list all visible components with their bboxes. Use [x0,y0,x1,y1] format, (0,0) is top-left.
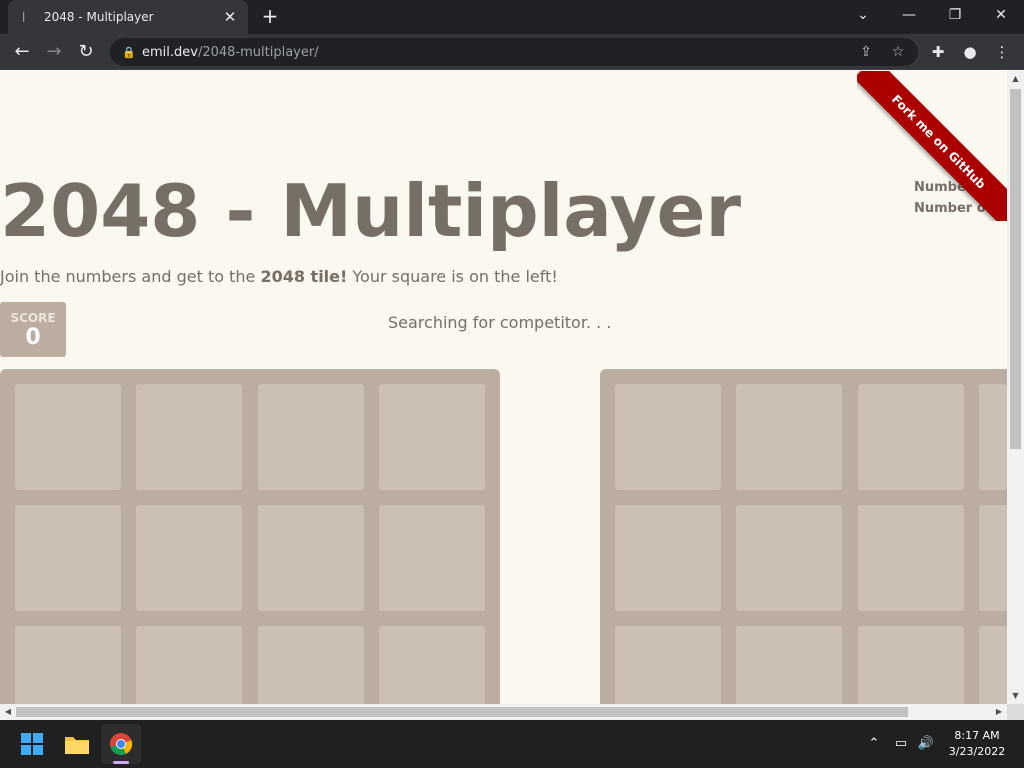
close-tab-icon[interactable]: ✕ [220,8,240,26]
intro-text: Join the numbers and get to the 2048 til… [0,267,558,286]
active-app-indicator [113,761,129,764]
browser-tab-bar: ǀ 2048 - Multiplayer ✕ + ⌄ — ❐ ✕ [0,0,1024,34]
grid-cell [979,626,1007,704]
grid-cell [736,505,842,611]
clock[interactable]: 8:17 AM 3/23/2022 [944,728,1010,760]
new-tab-icon[interactable]: + [258,4,282,28]
start-button[interactable] [12,724,52,764]
player-board [0,369,500,704]
grid-cell [136,505,242,611]
tray-overflow-icon[interactable]: ⌃ [862,720,886,768]
intro-bold: 2048 tile! [260,267,348,286]
grid-cell [979,505,1007,611]
grid-cell [736,384,842,490]
grid-cell [858,626,964,704]
grid-cell [15,626,121,704]
github-ribbon-wrap: Fork me on GitHub [857,71,1007,221]
back-icon[interactable]: ← [10,40,34,64]
grid-cell [379,626,485,704]
clock-time: 8:17 AM [954,729,1000,742]
chrome-icon [110,733,133,755]
restore-icon[interactable]: ❐ [932,0,978,34]
taskbar: ⌃ ▭ 🔊 8:17 AM 3/23/2022 [0,720,1024,768]
vertical-scroll-thumb[interactable] [1010,89,1021,449]
file-explorer-button[interactable] [57,724,97,764]
volume-icon[interactable]: 🔊 [914,720,938,768]
grid-cell [615,626,721,704]
scroll-up-icon[interactable]: ▲ [1007,71,1024,87]
2048-favicon-icon: ǀ [22,10,26,23]
kebab-menu-icon[interactable]: ⋮ [990,40,1014,64]
grid-cell [379,384,485,490]
address-bar[interactable]: 🔒 emil.dev/2048-multiplayer/ ⇪ ☆ [110,38,918,66]
forward-icon[interactable]: → [42,40,66,64]
scroll-down-icon[interactable]: ▼ [1007,688,1024,704]
close-window-icon[interactable]: ✕ [978,0,1024,34]
tab-title: 2048 - Multiplayer [44,10,154,24]
url-host: emil.dev [142,44,198,60]
scrollbar-corner [1007,704,1024,720]
intro-before: Join the numbers and get to the [0,267,261,286]
folder-icon [65,737,89,754]
url-path: /2048-multiplayer/ [197,44,319,60]
grid-cell [258,626,364,704]
intro-after: Your square is on the left! [347,267,558,286]
grid-cell [15,505,121,611]
horizontal-scroll-thumb[interactable] [16,707,908,717]
page-title: 2048 - Multiplayer [0,169,741,253]
scroll-right-icon[interactable]: ▶ [991,704,1007,720]
star-icon[interactable]: ☆ [888,42,908,62]
grid-cell [379,505,485,611]
tab-search-icon[interactable]: ⌄ [840,0,886,34]
windows-logo-icon [21,733,43,755]
horizontal-scrollbar[interactable]: ◀ ▶ [0,704,1007,720]
grid-cell [615,384,721,490]
clock-date: 3/23/2022 [948,745,1006,758]
grid-cell [15,384,121,490]
reload-icon[interactable]: ↻ [74,40,98,64]
page-viewport: 2048 - Multiplayer Join the numbers and … [0,71,1007,704]
minimize-icon[interactable]: — [886,0,932,34]
grid-cell [615,505,721,611]
profile-icon[interactable]: ● [958,40,982,64]
score-box: SCORE 0 [0,302,66,357]
status-message: Searching for competitor. . . [388,313,612,332]
opponent-board [600,369,1007,704]
scroll-left-icon[interactable]: ◀ [0,704,16,720]
score-value: 0 [25,325,41,350]
grid-cell [136,626,242,704]
fork-github-ribbon[interactable]: Fork me on GitHub [857,71,1007,221]
puzzle-icon[interactable]: ✚ [926,40,950,64]
grid-cell [858,384,964,490]
grid-cell [136,384,242,490]
grid-cell [736,626,842,704]
browser-toolbar: ← → ↻ 🔒 emil.dev/2048-multiplayer/ ⇪ ☆ ✚… [0,34,1024,70]
score-label: SCORE [10,311,56,325]
chrome-taskbar-button[interactable] [101,724,141,764]
grid-cell [979,384,1007,490]
share-icon[interactable]: ⇪ [856,42,876,62]
vertical-scrollbar[interactable]: ▲ ▼ [1007,71,1024,704]
network-icon[interactable]: ▭ [890,720,912,768]
grid-cell [258,384,364,490]
grid-cell [258,505,364,611]
browser-tab[interactable]: ǀ 2048 - Multiplayer ✕ [8,0,248,34]
grid-cell [858,505,964,611]
lock-icon[interactable]: 🔒 [122,46,136,59]
